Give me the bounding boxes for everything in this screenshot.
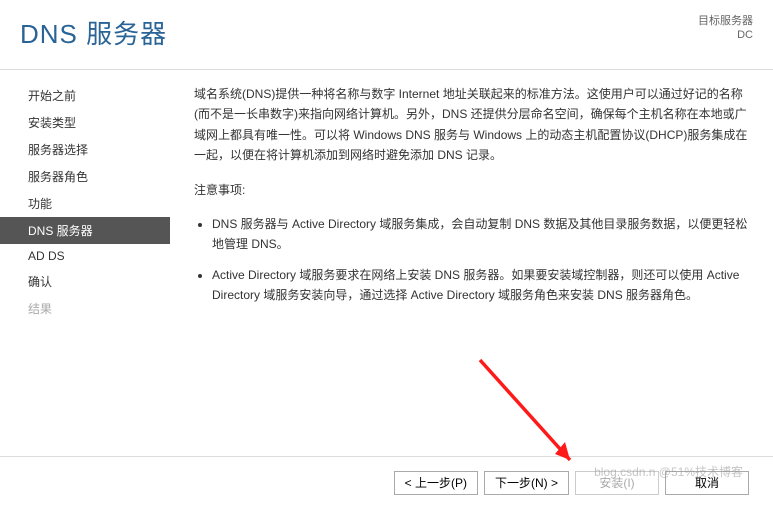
sidebar-item-features[interactable]: 功能 — [0, 190, 170, 217]
sidebar-item-confirmation[interactable]: 确认 — [0, 268, 170, 295]
sidebar-item-ad-ds[interactable]: AD DS — [0, 244, 170, 268]
page-title: DNS 服务器 — [20, 14, 167, 51]
target-server-block: 目标服务器 DC — [698, 14, 753, 43]
sidebar-item-results: 结果 — [0, 295, 170, 322]
sidebar: 开始之前 安装类型 服务器选择 服务器角色 功能 DNS 服务器 AD DS 确… — [0, 70, 170, 450]
content-pane: 域名系统(DNS)提供一种将名称与数字 Internet 地址关联起来的标准方法… — [170, 70, 773, 450]
wizard-header: DNS 服务器 目标服务器 DC — [0, 0, 773, 70]
sidebar-item-installation-type[interactable]: 安装类型 — [0, 109, 170, 136]
sidebar-item-server-selection[interactable]: 服务器选择 — [0, 136, 170, 163]
cancel-button[interactable]: 取消 — [665, 471, 749, 495]
wizard-footer: < 上一步(P) 下一步(N) > 安装(I) 取消 — [0, 456, 773, 508]
sidebar-item-before-you-begin[interactable]: 开始之前 — [0, 82, 170, 109]
target-server-value: DC — [698, 28, 753, 42]
sidebar-item-server-roles[interactable]: 服务器角色 — [0, 163, 170, 190]
intro-paragraph: 域名系统(DNS)提供一种将名称与数字 Internet 地址关联起来的标准方法… — [194, 84, 749, 166]
install-button: 安装(I) — [575, 471, 659, 495]
list-item: Active Directory 域服务要求在网络上安装 DNS 服务器。如果要… — [212, 265, 749, 306]
notes-label: 注意事项: — [194, 180, 749, 200]
wizard-body: 开始之前 安装类型 服务器选择 服务器角色 功能 DNS 服务器 AD DS 确… — [0, 70, 773, 450]
list-item: DNS 服务器与 Active Directory 域服务集成，会自动复制 DN… — [212, 214, 749, 255]
next-button[interactable]: 下一步(N) > — [484, 471, 569, 495]
target-server-label: 目标服务器 — [698, 14, 753, 28]
sidebar-item-dns-server[interactable]: DNS 服务器 — [0, 217, 170, 244]
previous-button[interactable]: < 上一步(P) — [394, 471, 478, 495]
notes-list: DNS 服务器与 Active Directory 域服务集成，会自动复制 DN… — [194, 214, 749, 306]
